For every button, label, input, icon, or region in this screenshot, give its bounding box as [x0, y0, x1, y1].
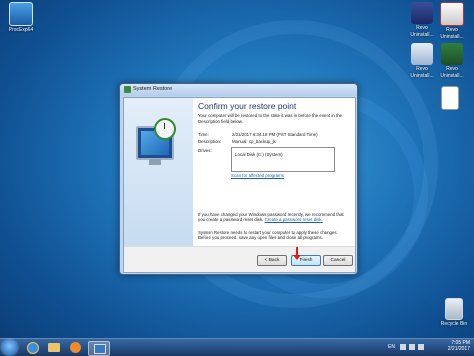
- scan-affected-programs-link[interactable]: Scan for affected programs: [231, 173, 284, 178]
- procexp-icon: [9, 2, 33, 26]
- desktop-icon-label: Revo: [446, 66, 458, 72]
- taskbar-system-restore[interactable]: [88, 341, 110, 356]
- desktop-icon-file[interactable]: [430, 86, 470, 110]
- desktop-icon-label: Uninstall...: [440, 34, 464, 40]
- desktop-icon-procexp64[interactable]: ProcExp64: [1, 2, 41, 33]
- page-title: Confirm your restore point: [198, 101, 297, 111]
- revo-uninstaller-icon: [411, 2, 433, 24]
- drive-item[interactable]: Local Disk (C:) (System): [235, 152, 283, 157]
- page-description: Your computer will be restored to the st…: [198, 113, 343, 124]
- drives-list[interactable]: Local Disk (C:) (System): [231, 147, 335, 172]
- red-arrow-annotation: [293, 247, 301, 260]
- file-icon: [441, 86, 459, 110]
- system-restore-icon: [124, 86, 131, 93]
- language-indicator[interactable]: EN: [388, 344, 395, 350]
- desktop-icon-revo-4[interactable]: Revo Uninstall...: [432, 43, 472, 79]
- network-icon[interactable]: [409, 344, 415, 350]
- desktop-icon-recycle-bin[interactable]: Recycle Bin: [434, 298, 474, 327]
- description-row: Description: Manual: cp_backup_jk: [198, 139, 276, 144]
- start-button[interactable]: [2, 340, 17, 355]
- volume-icon[interactable]: [418, 344, 424, 350]
- clock[interactable]: 7:05 PM 2/21/2017: [448, 340, 470, 352]
- flag-icon[interactable]: [400, 344, 406, 350]
- dialog-title: System Restore: [133, 86, 173, 92]
- time-label: Time:: [198, 132, 209, 137]
- password-note: If you have changed your Windows passwor…: [198, 212, 348, 223]
- dialog-titlebar[interactable]: System Restore: [120, 84, 357, 96]
- clock-date: 2/21/2017: [447, 346, 470, 352]
- revo-uninstaller-icon: [441, 43, 463, 65]
- back-button[interactable]: < Back: [257, 255, 287, 266]
- media-player-icon: [70, 342, 81, 353]
- wizard-side-panel: [124, 98, 193, 246]
- time-row: Time: 2/21/2017 6:34:18 PM (PST Standard …: [198, 132, 318, 137]
- desktop-icon-label: ProcExp64: [8, 27, 34, 33]
- taskbar-ie[interactable]: [22, 341, 42, 354]
- cancel-button[interactable]: Cancel: [323, 255, 353, 266]
- taskbar-media-player[interactable]: [66, 341, 86, 354]
- desktop-icon-label: Uninstall...: [440, 73, 464, 79]
- desktop-icon-label: Recycle Bin: [440, 321, 468, 327]
- desktop-icon-revo-2[interactable]: Revo Uninstall...: [432, 2, 472, 40]
- taskbar: EN 7:05 PM 2/21/2017: [0, 338, 474, 356]
- wizard-content: Confirm your restore point Your computer…: [194, 98, 355, 246]
- description-label: Description:: [198, 139, 222, 144]
- create-password-reset-disk-link[interactable]: Create a password reset disk.: [265, 217, 323, 222]
- internet-explorer-icon: [27, 342, 39, 354]
- folder-icon: [48, 343, 60, 352]
- clock-icon: [154, 118, 176, 140]
- description-value: Manual: cp_backup_jk: [232, 139, 276, 144]
- restart-note: System Restore needs to restart your com…: [198, 230, 338, 241]
- system-restore-dialog: System Restore Confirm your restore poin…: [119, 83, 358, 275]
- desktop-icon-label: Revo: [446, 27, 458, 33]
- system-restore-icon: [94, 344, 106, 354]
- recycle-bin-icon: [445, 298, 463, 320]
- wizard-button-bar: < Back Finish Cancel: [124, 246, 355, 272]
- taskbar-explorer[interactable]: [44, 341, 64, 354]
- revo-uninstaller-icon: [411, 43, 433, 65]
- time-value: 2/21/2017 6:34:18 PM (PST Standard Time): [232, 132, 318, 137]
- drives-label: Drives:: [198, 148, 212, 153]
- dialog-client-area: Confirm your restore point Your computer…: [123, 97, 356, 273]
- revo-uninstaller-icon: [440, 2, 464, 26]
